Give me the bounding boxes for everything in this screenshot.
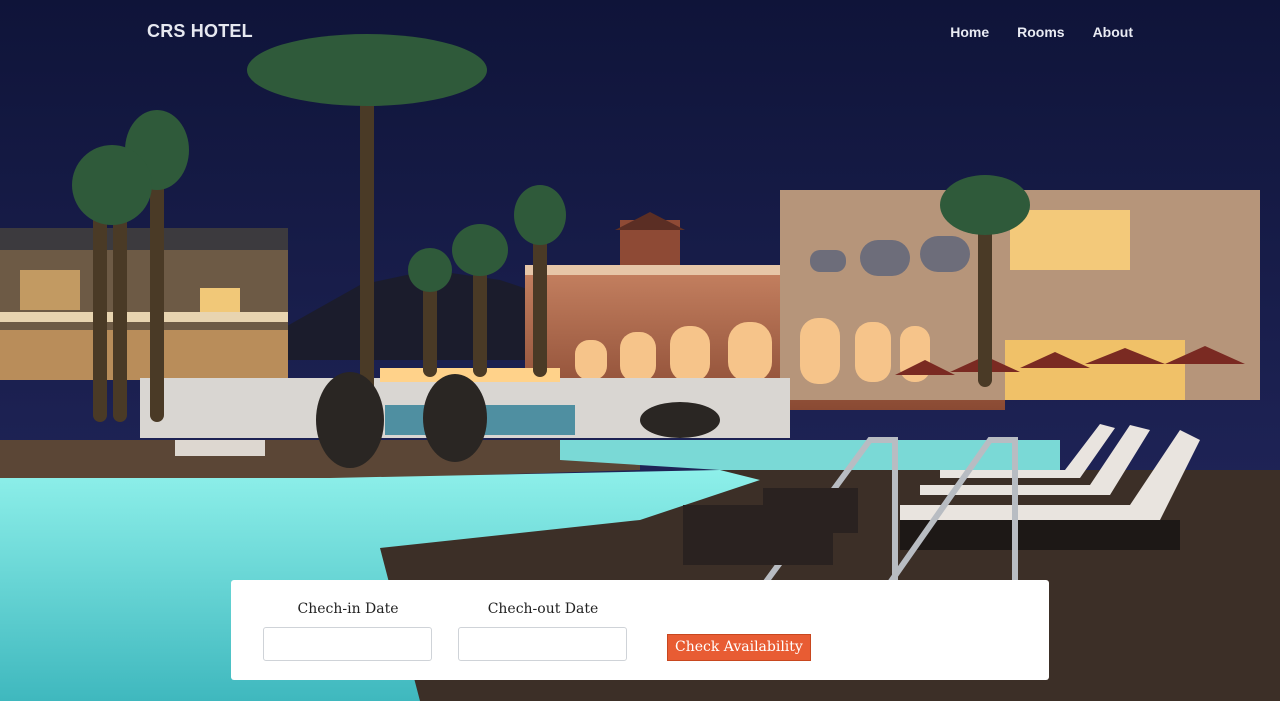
checkout-date-input[interactable] [458, 627, 627, 661]
nav-about[interactable]: About [1093, 24, 1133, 40]
main-nav: Home Rooms About [950, 24, 1133, 40]
check-availability-button[interactable]: Check Availability [667, 634, 811, 661]
brand-logo[interactable]: CRS HOTEL [147, 21, 253, 42]
top-navbar: CRS HOTEL Home Rooms About [0, 0, 1280, 64]
checkout-label: Chech-out Date [487, 601, 599, 617]
availability-form: Chech-in Date Chech-out Date Check Avail… [231, 580, 1049, 680]
nav-rooms[interactable]: Rooms [1017, 24, 1064, 40]
checkin-date-input[interactable] [263, 627, 432, 661]
nav-home[interactable]: Home [950, 24, 989, 40]
checkin-label: Chech-in Date [297, 601, 399, 617]
checkout-group: Chech-out Date [458, 600, 628, 661]
checkin-group: Chech-in Date [263, 600, 433, 661]
